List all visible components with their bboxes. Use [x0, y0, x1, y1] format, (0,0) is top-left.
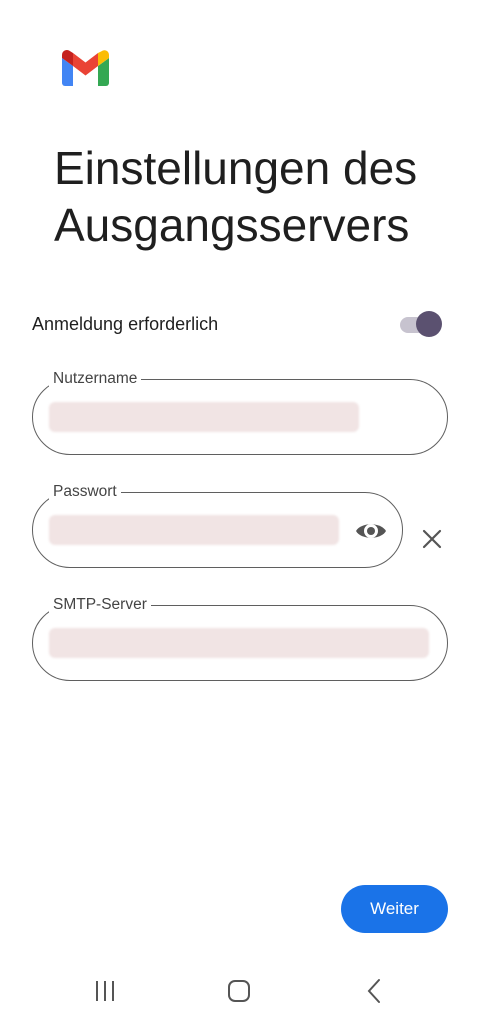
gmail-logo-icon: [62, 50, 109, 86]
smtp-server-label: SMTP-Server: [49, 595, 151, 615]
smtp-server-value: [49, 628, 429, 658]
username-label: Nutzername: [49, 369, 142, 389]
password-value: [49, 515, 339, 545]
username-field[interactable]: Nutzername: [32, 369, 448, 455]
username-value: [49, 402, 359, 432]
eye-icon[interactable]: [354, 515, 388, 547]
login-required-label: Anmeldung erforderlich: [32, 314, 219, 334]
close-icon[interactable]: [420, 527, 444, 551]
system-navigation-bar: [0, 960, 480, 1021]
toggle-knob: [416, 311, 442, 337]
home-icon[interactable]: [219, 976, 259, 1006]
page-title: Einstellungen des Ausgangsservers: [54, 142, 418, 251]
login-required-row: Anmeldung erforderlich: [32, 306, 448, 342]
smtp-server-field[interactable]: SMTP-Server: [32, 595, 448, 681]
next-button[interactable]: Weiter: [341, 885, 448, 933]
login-required-toggle[interactable]: [398, 309, 446, 339]
password-label: Passwort: [49, 482, 121, 502]
back-icon[interactable]: [354, 976, 394, 1006]
recents-icon[interactable]: [85, 976, 125, 1006]
password-field[interactable]: Passwort: [32, 482, 403, 568]
